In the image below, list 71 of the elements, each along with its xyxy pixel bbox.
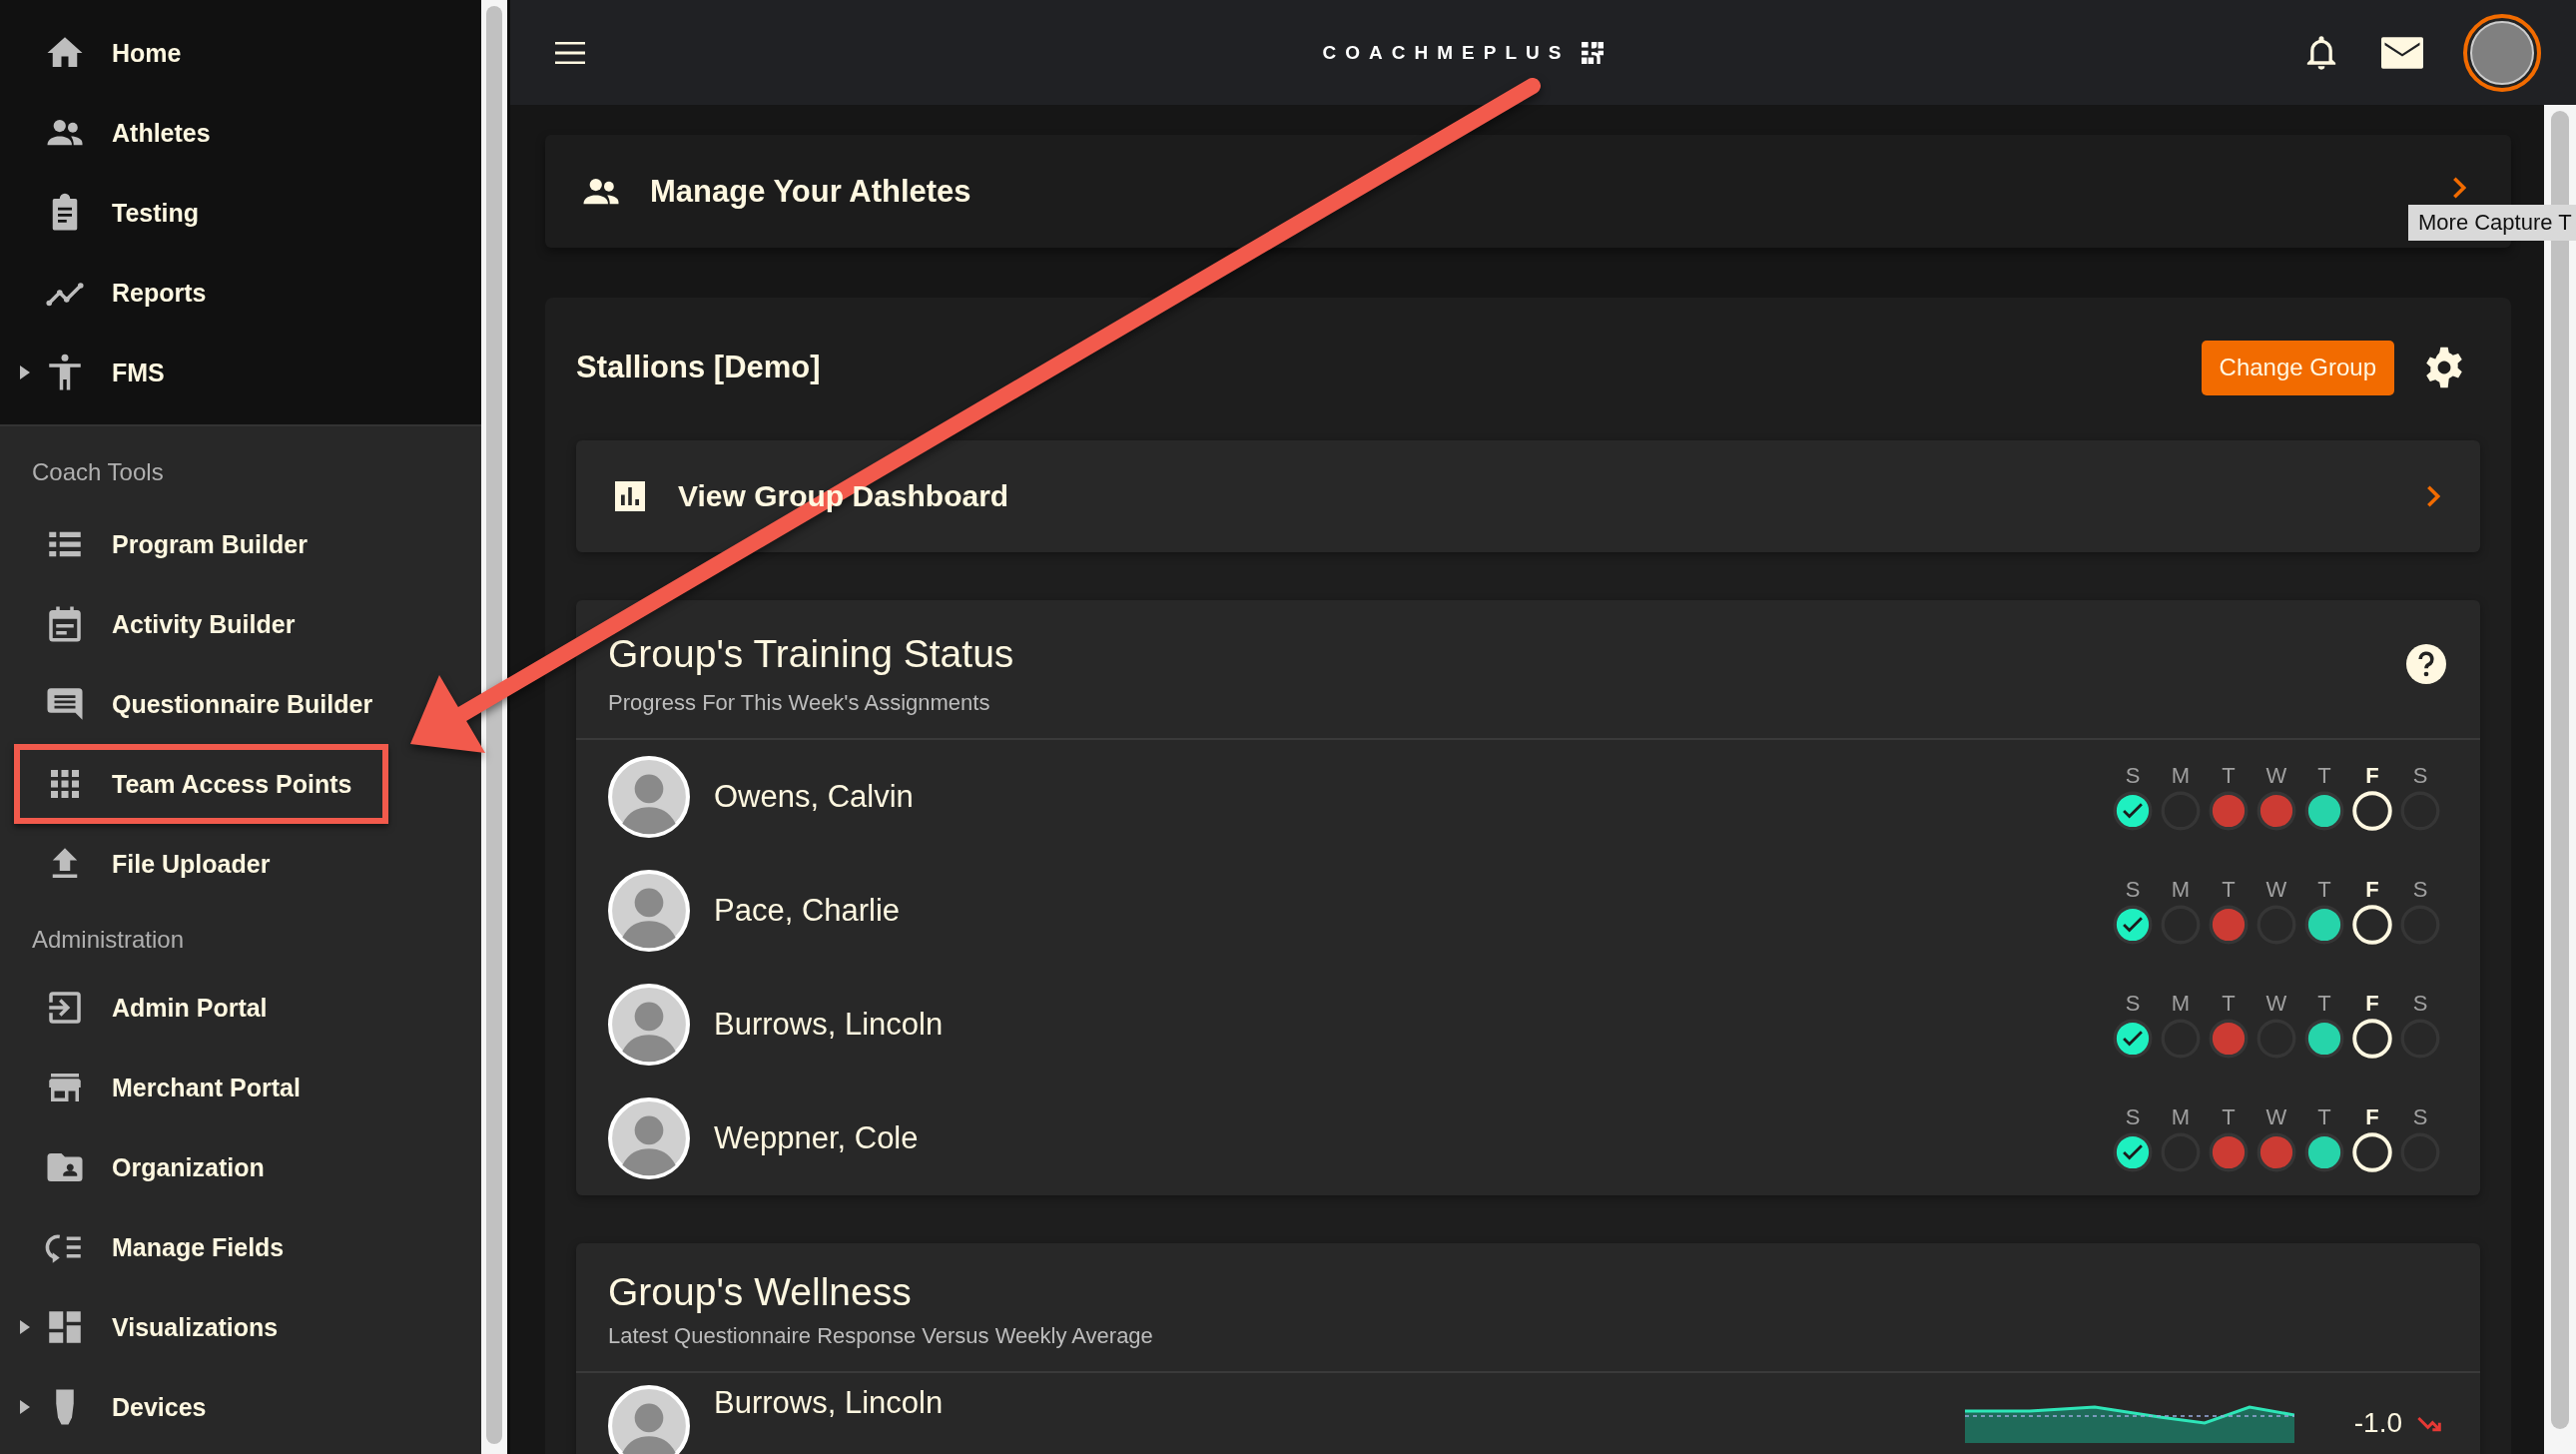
help-icon[interactable] bbox=[2406, 644, 2446, 684]
sidebar-item[interactable]: FMS bbox=[14, 333, 388, 412]
weekday-label: F bbox=[2365, 763, 2379, 789]
weekday-label: S bbox=[2412, 991, 2428, 1017]
weekday-label: W bbox=[2265, 991, 2287, 1017]
sidebar-item[interactable]: Organization bbox=[14, 1127, 388, 1207]
sidebar-item[interactable]: Devices bbox=[14, 1367, 388, 1447]
wellness-value: -1.0 bbox=[2353, 1407, 2402, 1439]
weekday-label: T bbox=[2222, 877, 2236, 903]
mail-icon[interactable] bbox=[2381, 36, 2423, 69]
weekday-label: M bbox=[2171, 763, 2191, 789]
sidebar-item[interactable]: File Uploader bbox=[14, 824, 388, 904]
sidebar-item[interactable]: Merchant Portal bbox=[14, 1048, 388, 1127]
panel-title: Group's Training Status bbox=[608, 631, 1014, 677]
caret-icon bbox=[20, 365, 30, 379]
sidebar-item[interactable]: Visualizations bbox=[14, 1287, 388, 1367]
sidebar-item[interactable]: Home bbox=[14, 13, 388, 93]
athlete-name[interactable]: Burrows, Lincoln bbox=[714, 1385, 1965, 1421]
panel-subtitle: Latest Questionnaire Response Versus Weekly Average bbox=[608, 1323, 1154, 1349]
weekday-label: S bbox=[2125, 877, 2141, 903]
sidebar-item[interactable]: Athletes bbox=[14, 93, 388, 173]
chevron-icon bbox=[2426, 484, 2440, 508]
weekday-label: T bbox=[2222, 1104, 2236, 1130]
weekday-label: T bbox=[2317, 877, 2331, 903]
weekday-label: S bbox=[2125, 991, 2141, 1017]
weekday-label: M bbox=[2171, 1104, 2191, 1130]
weekday-label: W bbox=[2265, 1104, 2287, 1130]
section-heading: Coach Tools bbox=[31, 457, 165, 487]
logo-text: COACHMEPLUS bbox=[1322, 41, 1571, 64]
sidebar-item[interactable]: Team Access Points bbox=[14, 744, 388, 824]
weekday-label: S bbox=[2412, 1104, 2428, 1130]
sidebar-item[interactable]: Questionnaire Builder bbox=[14, 664, 388, 744]
weekday-label: F bbox=[2365, 877, 2379, 903]
chevron-icon bbox=[2452, 175, 2466, 200]
menu-icon[interactable] bbox=[555, 41, 585, 64]
weekday-label: S bbox=[2125, 763, 2141, 789]
group-name: Stallions [Demo] bbox=[576, 350, 822, 385]
weekday-label: M bbox=[2171, 991, 2191, 1017]
weekday-label: S bbox=[2412, 877, 2428, 903]
card-title: Manage Your Athletes bbox=[650, 173, 972, 210]
sidebar-item[interactable]: Testing bbox=[14, 173, 388, 253]
panel-subtitle: Progress For This Week's Assignments bbox=[608, 690, 991, 716]
weekday-label: T bbox=[2317, 763, 2331, 789]
weekday-label: M bbox=[2171, 877, 2191, 903]
weekday-label: T bbox=[2317, 991, 2331, 1017]
caret-icon bbox=[20, 1400, 30, 1414]
weekday-label: T bbox=[2222, 763, 2236, 789]
sidebar-item[interactable]: Activity Builder bbox=[14, 584, 388, 664]
bar-chart-icon bbox=[612, 478, 648, 514]
panel-title: Group's Wellness bbox=[608, 1269, 913, 1315]
logo-icon bbox=[1582, 41, 1605, 64]
athlete-name[interactable]: Burrows, Lincoln bbox=[714, 1007, 2109, 1043]
weekday-label: W bbox=[2265, 877, 2287, 903]
caret-icon bbox=[20, 1320, 30, 1334]
sidebar-item[interactable]: Admin Portal bbox=[14, 968, 388, 1048]
athlete-name[interactable]: Pace, Charlie bbox=[714, 893, 2109, 929]
tooltip: More Capture T bbox=[2408, 205, 2576, 241]
sidebar-item[interactable]: Manage Fields bbox=[14, 1207, 388, 1287]
weekday-label: W bbox=[2265, 763, 2287, 789]
section-heading: Administration bbox=[31, 925, 186, 955]
weekday-label: T bbox=[2317, 1104, 2331, 1130]
weekday-label: F bbox=[2365, 1104, 2379, 1130]
weekday-label: F bbox=[2365, 991, 2379, 1017]
scrollbar[interactable] bbox=[481, 0, 510, 1454]
sidebar-item[interactable]: Reports bbox=[14, 253, 388, 333]
weekday-label: S bbox=[2125, 1104, 2141, 1130]
athlete-name[interactable]: Owens, Calvin bbox=[714, 779, 2109, 815]
weekday-label: T bbox=[2222, 991, 2236, 1017]
weekday-label: S bbox=[2412, 763, 2428, 789]
athlete-name[interactable]: Weppner, Cole bbox=[714, 1120, 2109, 1156]
sidebar-item[interactable]: Program Builder bbox=[14, 504, 388, 584]
